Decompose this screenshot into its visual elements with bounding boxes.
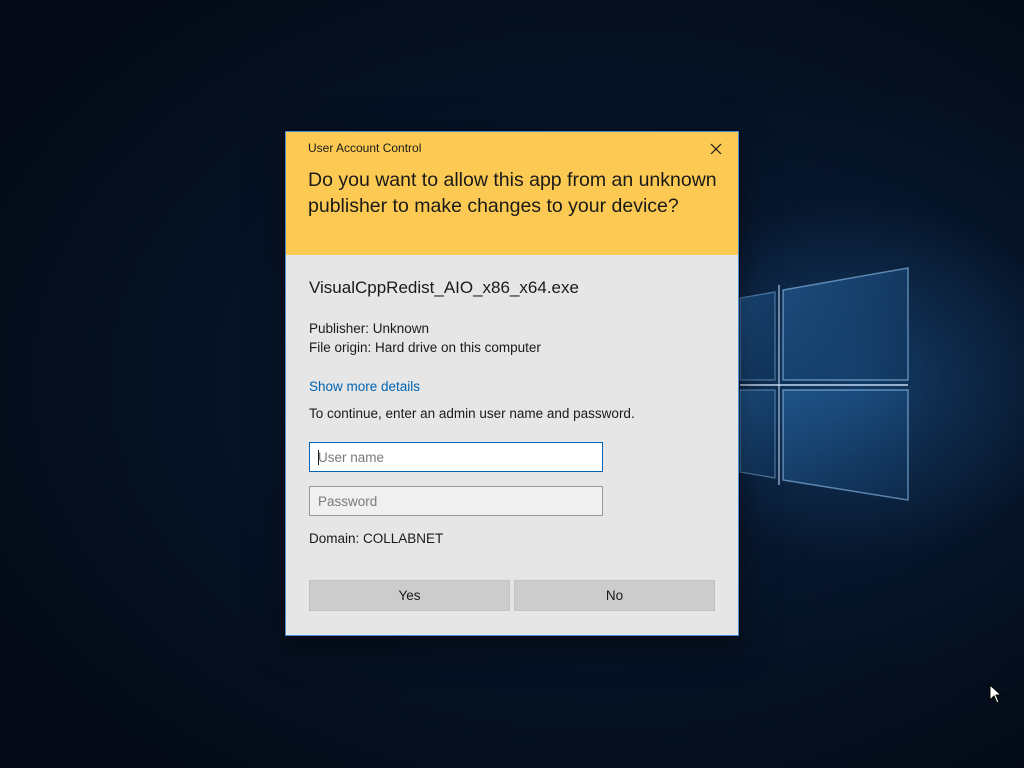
username-field[interactable] <box>309 442 603 472</box>
domain-text: Domain: COLLABNET <box>309 531 444 546</box>
credentials-instruction: To continue, enter an admin user name an… <box>309 406 635 421</box>
uac-question: Do you want to allow this app from an un… <box>308 169 717 217</box>
password-field[interactable] <box>309 486 603 516</box>
close-icon <box>710 143 722 155</box>
close-button[interactable] <box>704 138 728 160</box>
no-button[interactable]: No <box>514 580 715 611</box>
show-more-details-link[interactable]: Show more details <box>309 379 420 394</box>
uac-dialog: User Account Control Do you want to allo… <box>285 131 739 636</box>
app-name: VisualCppRedist_AIO_x86_x64.exe <box>309 278 579 297</box>
uac-header: User Account Control Do you want to allo… <box>286 132 738 255</box>
mouse-pointer-icon <box>989 684 1003 704</box>
yes-button[interactable]: Yes <box>309 580 510 611</box>
dialog-title: User Account Control <box>308 141 422 155</box>
file-origin-text: File origin: Hard drive on this computer <box>309 340 541 355</box>
publisher-text: Publisher: Unknown <box>309 321 430 336</box>
text-caret <box>318 450 319 465</box>
